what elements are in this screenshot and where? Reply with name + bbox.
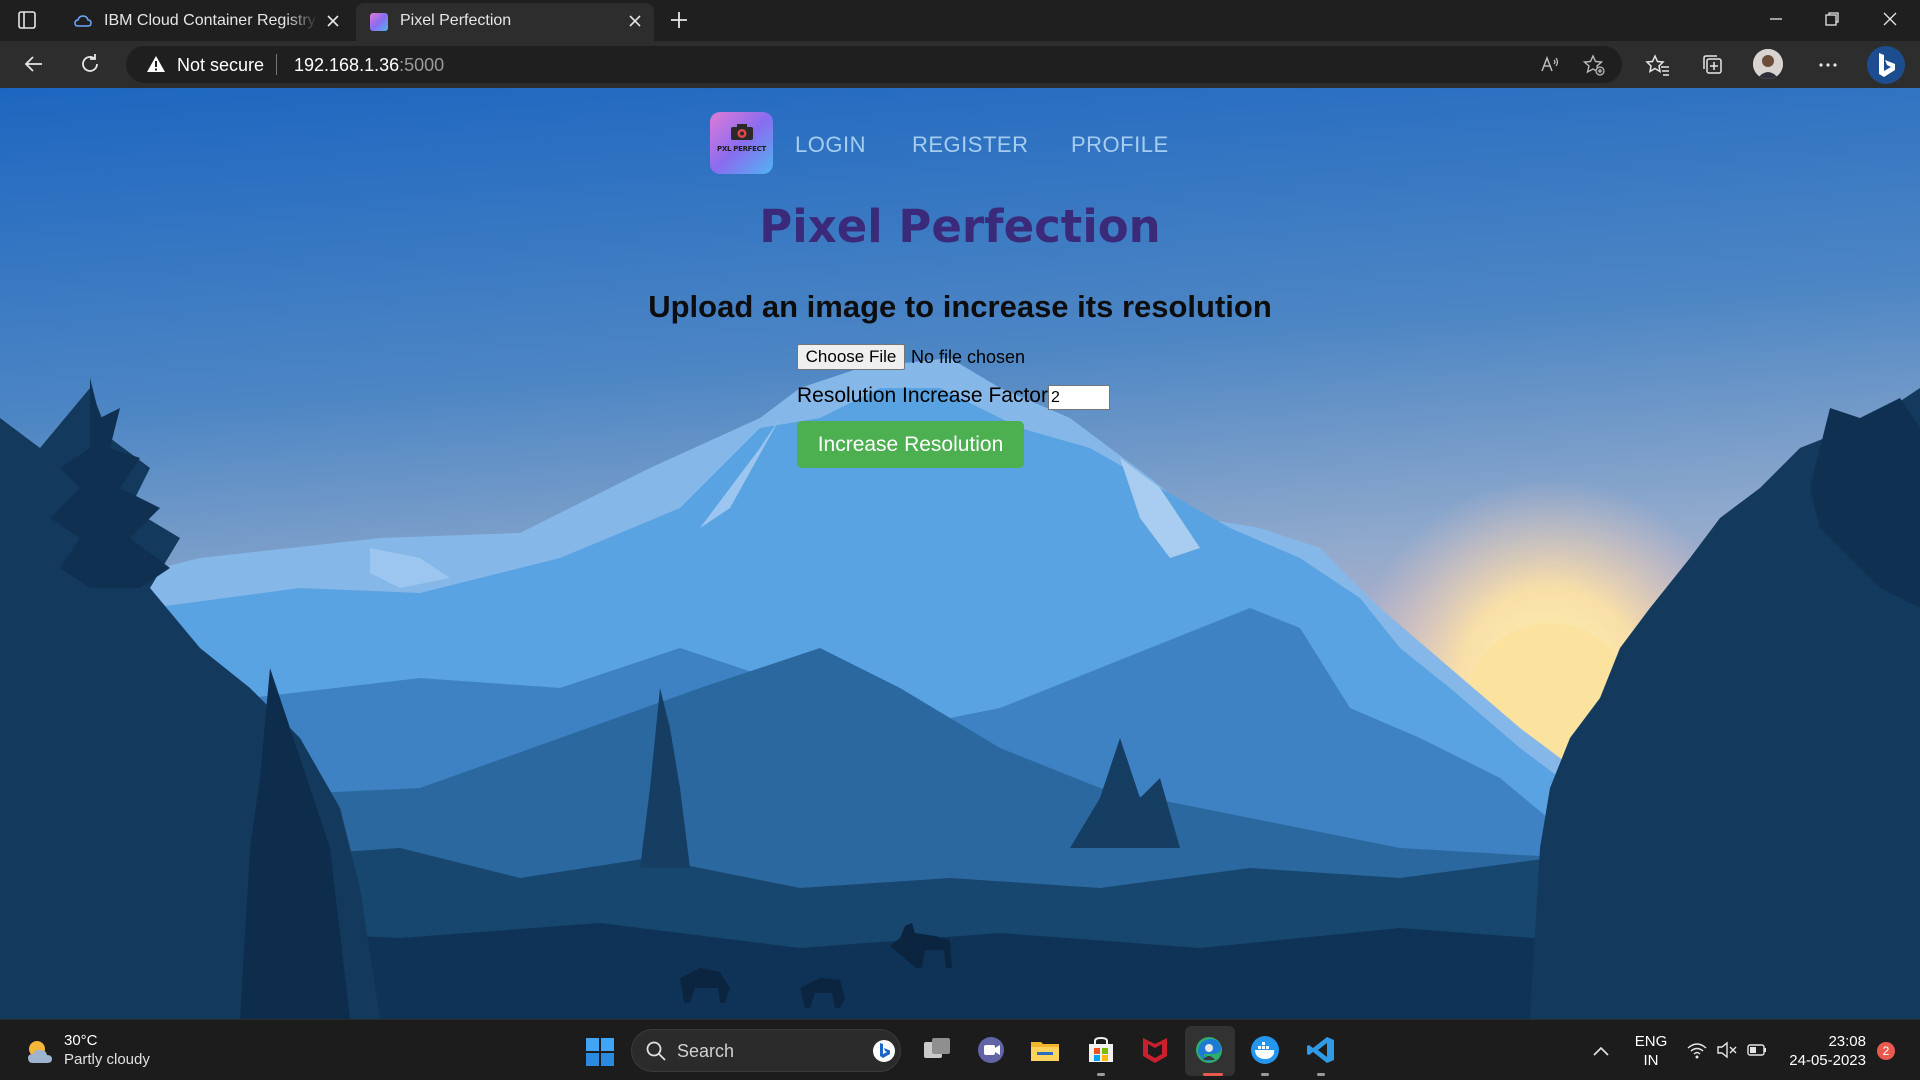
battery-icon[interactable]: [1746, 1040, 1768, 1060]
pixel-perfect-icon: [370, 13, 388, 31]
language-indicator[interactable]: ENG IN: [1634, 1032, 1668, 1070]
tab-actions-icon[interactable]: [16, 9, 38, 31]
docker-icon[interactable]: [1249, 1034, 1281, 1066]
language-code: ENG: [1634, 1033, 1668, 1050]
profile-avatar[interactable]: [1753, 49, 1783, 79]
page-title: Pixel Perfection: [759, 200, 1161, 253]
file-status-text: No file chosen: [911, 347, 1026, 367]
resolution-factor-label: Resolution Increase Factor:: [797, 384, 1054, 407]
more-options-icon[interactable]: [1815, 52, 1841, 78]
mcafee-icon[interactable]: [1139, 1034, 1171, 1066]
microsoft-store-icon[interactable]: [1085, 1034, 1117, 1066]
chevron-up-icon[interactable]: [1591, 1044, 1611, 1058]
vscode-icon[interactable]: [1305, 1034, 1337, 1066]
search-icon: [646, 1041, 666, 1061]
choose-file-button[interactable]: Choose File: [797, 344, 905, 370]
warning-icon[interactable]: [146, 55, 166, 73]
clock[interactable]: 23:08 24-05-2023: [1776, 1032, 1866, 1070]
clock-time: 23:08: [1828, 1033, 1866, 1050]
region-code: IN: [1643, 1052, 1659, 1069]
resolution-factor-input[interactable]: 2: [1048, 385, 1110, 410]
running-indicator: [1317, 1073, 1325, 1076]
active-indicator: [1203, 1073, 1223, 1076]
address-bar: Not secure 192.168.1.36:5000: [0, 41, 1920, 88]
divider: [276, 54, 277, 75]
volume-muted-icon[interactable]: [1716, 1040, 1738, 1060]
bing-icon: [873, 1040, 895, 1062]
file-explorer-icon[interactable]: [1029, 1034, 1061, 1066]
tab-pixel-perfection[interactable]: Pixel Perfection: [356, 3, 654, 41]
running-indicator: [1097, 1073, 1105, 1076]
taskbar: 30°C Partly cloudy Search ENG IN 23:08 2…: [0, 1019, 1920, 1080]
task-view-icon[interactable]: [921, 1034, 953, 1066]
favorites-icon[interactable]: [1645, 52, 1671, 78]
url-port: :5000: [399, 55, 445, 75]
logo-text: PXL PERFECT: [717, 145, 766, 153]
new-tab-icon[interactable]: [668, 9, 690, 31]
running-indicator: [1261, 1073, 1269, 1076]
edge-browser-icon[interactable]: [1193, 1034, 1225, 1066]
read-aloud-icon[interactable]: [1538, 53, 1562, 77]
tab-title: Pixel Perfection: [400, 12, 512, 29]
collections-icon[interactable]: [1700, 52, 1726, 78]
restore-icon[interactable]: [1821, 8, 1843, 30]
partly-cloudy-icon[interactable]: [25, 1037, 55, 1067]
weather-desc[interactable]: Partly cloudy: [64, 1051, 150, 1068]
clock-date: 24-05-2023: [1789, 1052, 1866, 1069]
page-content: PXL PERFECT LOGIN REGISTER PROFILE Pixel…: [0, 88, 1920, 1019]
weather-temp[interactable]: 30°C: [64, 1032, 98, 1049]
url-host: 192.168.1.36: [294, 55, 400, 75]
notification-badge[interactable]: 2: [1877, 1042, 1895, 1060]
camera-icon: [731, 124, 753, 140]
increase-resolution-button[interactable]: Increase Resolution: [797, 421, 1024, 468]
avatar-icon: [1753, 49, 1783, 79]
minimize-icon[interactable]: [1765, 8, 1787, 30]
add-favorite-icon[interactable]: [1582, 53, 1606, 77]
bing-chat-icon[interactable]: [1866, 45, 1906, 85]
refresh-icon[interactable]: [78, 52, 102, 76]
site-navbar: PXL PERFECT LOGIN REGISTER PROFILE: [0, 112, 1920, 176]
tab-bar: IBM Cloud Container Registry - IBM Pixel…: [0, 0, 1920, 41]
url-bar[interactable]: Not secure 192.168.1.36:5000: [126, 46, 1622, 83]
tab-title: IBM Cloud Container Registry - IBM: [104, 12, 318, 29]
close-tab-icon[interactable]: [626, 12, 644, 30]
security-label[interactable]: Not secure: [177, 55, 264, 76]
search-placeholder: Search: [677, 1041, 735, 1061]
back-icon[interactable]: [22, 52, 46, 76]
site-logo[interactable]: PXL PERFECT: [710, 112, 773, 174]
taskbar-search[interactable]: Search: [631, 1029, 901, 1072]
tab-ibm-cloud[interactable]: IBM Cloud Container Registry - IBM: [60, 3, 352, 41]
nav-register-link[interactable]: REGISTER: [912, 132, 1028, 158]
wifi-icon[interactable]: [1686, 1040, 1708, 1060]
windows-start-icon[interactable]: [585, 1037, 615, 1067]
nav-login-link[interactable]: LOGIN: [795, 132, 866, 158]
page-subtitle: Upload an image to increase its resoluti…: [648, 289, 1272, 324]
close-window-icon[interactable]: [1879, 8, 1901, 30]
ibm-cloud-icon: [74, 15, 92, 27]
close-tab-icon[interactable]: [324, 12, 342, 30]
url-text[interactable]: 192.168.1.36:5000: [294, 55, 444, 76]
nav-profile-link[interactable]: PROFILE: [1071, 132, 1169, 158]
teams-chat-icon[interactable]: [975, 1034, 1007, 1066]
